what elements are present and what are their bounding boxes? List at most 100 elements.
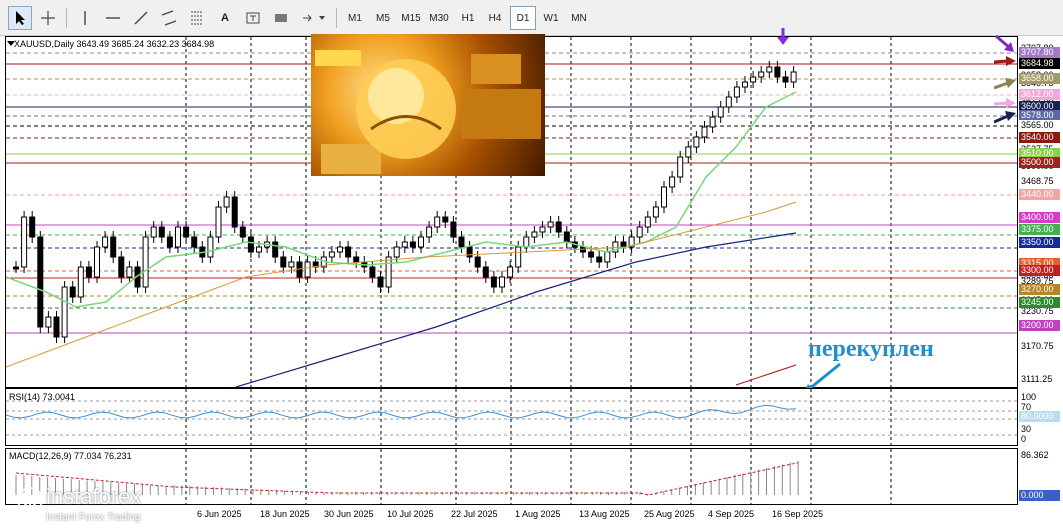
candle-body <box>150 226 157 238</box>
shapes-button[interactable] <box>270 6 292 30</box>
candle-body <box>644 216 651 228</box>
candle-body <box>183 226 190 238</box>
rsi-title: RSI(14) 73.0041 <box>9 392 76 402</box>
candle-body <box>21 216 28 268</box>
price-level-tag: 3375.00 <box>1019 224 1060 235</box>
candle-body <box>85 266 92 278</box>
down-arrow-icon <box>777 28 789 45</box>
ma-mid-line <box>6 201 797 368</box>
candle-body <box>166 236 173 248</box>
candle-body <box>693 136 700 148</box>
crosshair-tool-button[interactable] <box>36 6 60 30</box>
rsi-scale-label: 0 <box>1021 434 1027 444</box>
candle-body <box>709 116 716 128</box>
candle-body <box>701 126 708 138</box>
rsi-scale-label: 100 <box>1021 392 1037 402</box>
trend-line-button[interactable] <box>130 6 152 30</box>
arrows-dropdown-icon <box>303 14 325 22</box>
candle-body <box>215 206 222 238</box>
price-level-tag: 3400.00 <box>1019 212 1060 223</box>
chart-title: XAUUSD,Daily 3643.49 3685.24 3632.23 368… <box>14 39 215 49</box>
candle-body <box>280 256 287 268</box>
horizontal-line-icon <box>106 17 120 19</box>
candle-body <box>13 266 19 270</box>
timeframe-h4[interactable]: H4 <box>482 6 508 30</box>
logo-name: instaforex <box>46 484 142 509</box>
timeframe-m5[interactable]: M5 <box>370 6 396 30</box>
vertical-line-button[interactable] <box>74 6 96 30</box>
rsi-scale-label: 30 <box>1021 424 1032 434</box>
candle-body <box>69 286 76 298</box>
candle-body <box>328 251 335 258</box>
channel-button[interactable] <box>158 6 180 30</box>
timeframe-m15[interactable]: M15 <box>398 6 424 30</box>
cursor-icon <box>16 11 25 25</box>
candle-body <box>102 236 109 248</box>
timeframe-m1[interactable]: M1 <box>342 6 368 30</box>
horizontal-line-button[interactable] <box>102 6 124 30</box>
date-axis-label: 1 Aug 2025 <box>515 509 561 519</box>
logo-tagline: Instant Forex Trading <box>46 512 141 523</box>
candle-body <box>620 241 627 248</box>
candle-body <box>126 266 133 278</box>
price-level-tag: 3245.00 <box>1019 297 1060 308</box>
candle-body <box>426 226 433 238</box>
price-level-tag: 3200.00 <box>1019 320 1060 331</box>
candle-body <box>337 246 343 253</box>
candle-body <box>677 156 684 178</box>
price-level-tag: 3440.00 <box>1019 189 1060 200</box>
candle-body <box>175 226 181 248</box>
candle-body <box>790 71 797 83</box>
candle-body <box>725 96 732 108</box>
candle-body <box>53 316 60 338</box>
arrows-dropdown-button[interactable] <box>300 6 330 30</box>
candle-body <box>142 236 149 288</box>
date-axis-label: 30 Jun 2025 <box>324 509 374 519</box>
candle-body <box>547 221 554 228</box>
channel-icon <box>161 10 177 26</box>
candle-body <box>207 236 214 258</box>
trend-line <box>735 364 797 386</box>
price-level-tag: 3612.00 <box>1019 89 1060 100</box>
candle-body <box>482 266 489 278</box>
timeframe-mn[interactable]: MN <box>566 6 592 30</box>
candle-body <box>369 266 376 278</box>
price-level-tag: 3540.00 <box>1019 132 1060 143</box>
candle-body <box>588 251 595 258</box>
candle-body <box>685 146 692 158</box>
candle-body <box>345 246 352 258</box>
candle-body <box>442 216 449 223</box>
candle-body <box>774 66 781 78</box>
price-level-tag: 3707.80 <box>1019 47 1060 58</box>
text-tool-button[interactable]: A <box>214 6 236 30</box>
timeframe-w1[interactable]: W1 <box>538 6 564 30</box>
cursor-tool-button[interactable] <box>8 6 32 30</box>
candle-body <box>717 106 724 118</box>
timeframe-h1[interactable]: H1 <box>455 6 481 30</box>
candle-body <box>523 236 530 248</box>
candle-body <box>377 276 384 288</box>
price-level-tag: 3300.00 <box>1019 265 1060 276</box>
timeframe-m30[interactable]: M30 <box>426 6 452 30</box>
label-tool-button[interactable] <box>242 6 264 30</box>
fibonacci-button[interactable] <box>186 6 208 30</box>
fibonacci-icon <box>191 11 203 25</box>
candle-body <box>409 241 416 248</box>
timeframe-d1[interactable]: D1 <box>510 6 536 30</box>
candle-body <box>231 196 238 228</box>
macd-level-tag: 0.000 <box>1019 490 1060 501</box>
candle-body <box>401 241 408 248</box>
candle-body <box>418 236 424 248</box>
candle-body <box>434 216 441 228</box>
toolbar-separator <box>336 8 337 28</box>
rsi-panel[interactable] <box>5 388 1018 446</box>
rsi-line <box>6 404 797 419</box>
candle-body <box>782 76 789 83</box>
gold-banner-image <box>311 34 545 176</box>
candle-body <box>733 86 740 98</box>
candle-body <box>515 246 522 268</box>
date-axis-label: 6 Jun 2025 <box>197 509 242 519</box>
candle-body <box>239 226 246 238</box>
text-label-icon <box>246 12 260 24</box>
price-level-tag: 3658.00 <box>1019 73 1060 84</box>
